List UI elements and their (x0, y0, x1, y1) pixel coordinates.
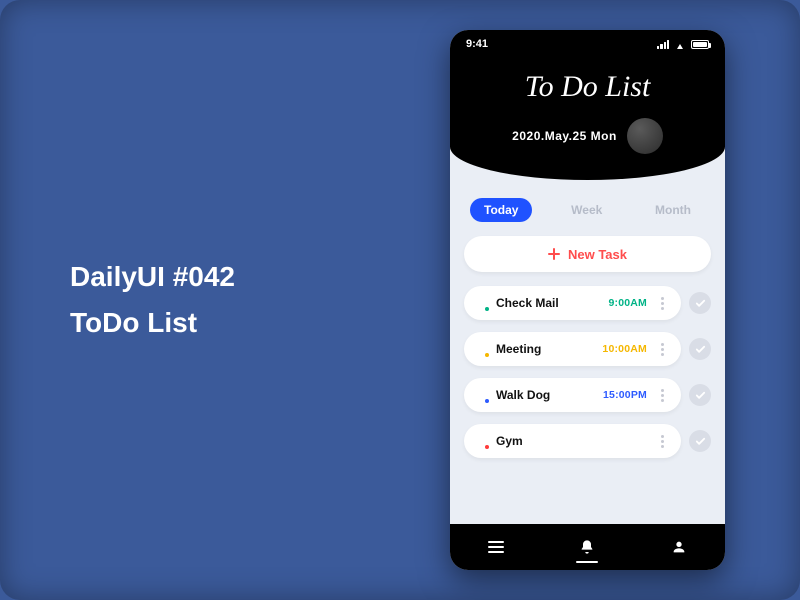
notifications-button[interactable] (567, 539, 607, 555)
check-icon (695, 344, 706, 355)
more-icon[interactable] (661, 343, 671, 356)
caption-line-2: ToDo List (70, 307, 450, 339)
profile-button[interactable] (659, 539, 699, 555)
tab-today[interactable]: Today (470, 198, 532, 222)
check-icon (695, 298, 706, 309)
task-row: Check Mail 9:00AM (464, 286, 711, 320)
task-card[interactable]: Walk Dog 15:00PM (464, 378, 681, 412)
bell-icon (579, 539, 595, 555)
complete-toggle[interactable] (689, 384, 711, 406)
app-title: To Do List (450, 70, 725, 104)
task-color-dot-icon (474, 342, 488, 356)
task-color-dot-icon (474, 434, 488, 448)
task-row: Gym (464, 424, 711, 458)
more-icon[interactable] (661, 389, 671, 402)
check-icon (695, 436, 706, 447)
bottom-nav (450, 524, 725, 570)
task-time: 15:00PM (603, 389, 647, 401)
battery-icon (691, 40, 709, 49)
task-card[interactable]: Gym (464, 424, 681, 458)
signal-icon (657, 40, 669, 49)
plus-icon (548, 248, 560, 260)
status-bar: 9:41 (450, 30, 725, 58)
date-row: 2020.May.25 Mon (450, 118, 725, 154)
phone-frame: 9:41 To Do List 2020.May.25 Mon Today We… (450, 30, 725, 570)
new-task-label: New Task (568, 247, 627, 262)
menu-icon (488, 541, 504, 553)
task-name: Meeting (496, 342, 541, 356)
task-card[interactable]: Check Mail 9:00AM (464, 286, 681, 320)
tab-month[interactable]: Month (641, 198, 705, 222)
tab-week[interactable]: Week (557, 198, 616, 222)
complete-toggle[interactable] (689, 430, 711, 452)
content-area: Today Week Month New Task Check Mail 9:0… (450, 180, 725, 524)
new-task-button[interactable]: New Task (464, 236, 711, 272)
complete-toggle[interactable] (689, 292, 711, 314)
task-time: 9:00AM (608, 297, 647, 309)
app-header: 9:41 To Do List 2020.May.25 Mon (450, 30, 725, 180)
person-icon (671, 539, 687, 555)
check-icon (695, 390, 706, 401)
complete-toggle[interactable] (689, 338, 711, 360)
task-row: Meeting 10:00AM (464, 332, 711, 366)
status-time: 9:41 (466, 38, 488, 50)
task-row: Walk Dog 15:00PM (464, 378, 711, 412)
status-indicators (657, 39, 709, 49)
task-card[interactable]: Meeting 10:00AM (464, 332, 681, 366)
period-tabs: Today Week Month (464, 194, 711, 236)
task-name: Gym (496, 434, 523, 448)
caption-line-1: DailyUI #042 (70, 261, 450, 293)
task-color-dot-icon (474, 388, 488, 402)
task-time: 10:00AM (602, 343, 647, 355)
avatar[interactable] (627, 118, 663, 154)
wifi-icon (674, 39, 686, 49)
task-name: Walk Dog (496, 388, 550, 402)
task-name: Check Mail (496, 296, 559, 310)
left-panel: DailyUI #042 ToDo List (0, 261, 450, 339)
more-icon[interactable] (661, 297, 671, 310)
task-color-dot-icon (474, 296, 488, 310)
menu-button[interactable] (476, 541, 516, 553)
more-icon[interactable] (661, 435, 671, 448)
current-date: 2020.May.25 Mon (512, 129, 617, 143)
